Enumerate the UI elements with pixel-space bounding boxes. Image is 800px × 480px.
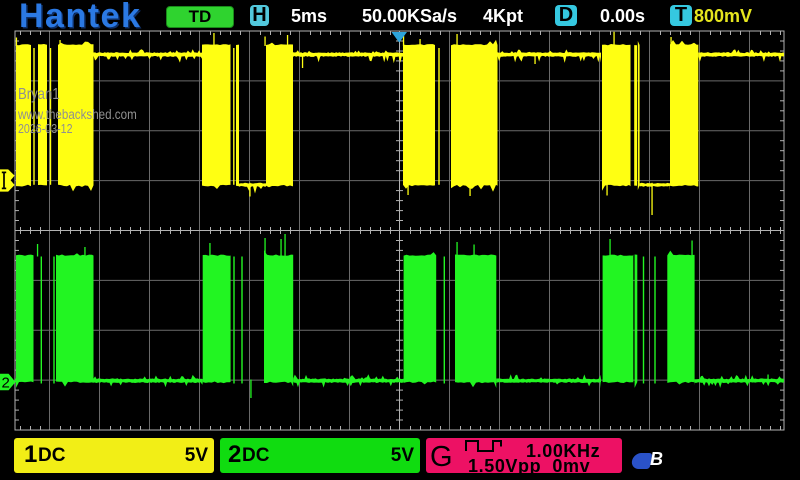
svg-text:2: 2 <box>2 375 10 392</box>
